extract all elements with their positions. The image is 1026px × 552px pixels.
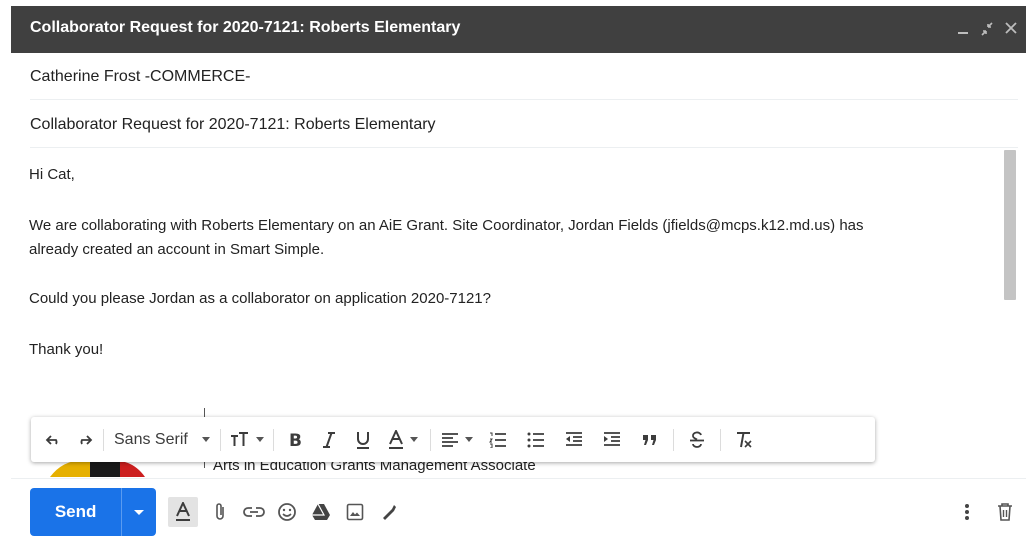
to-field[interactable]: Catherine Frost -COMMERCE-	[30, 53, 1018, 100]
body-closing: Thank you!	[29, 341, 104, 358]
indent-more-icon[interactable]	[593, 425, 631, 455]
toolbar-separator	[429, 428, 431, 451]
subject-text: Collaborator Request for 2020-7121: Robe…	[30, 116, 436, 133]
quote-icon[interactable]	[631, 425, 669, 455]
chevron-down-icon	[134, 509, 145, 515]
italic-icon[interactable]	[312, 425, 346, 455]
recipient-chip[interactable]: Catherine Frost -COMMERCE-	[30, 68, 250, 85]
exit-fullscreen-icon[interactable]	[978, 18, 996, 38]
chevron-down-icon	[464, 437, 473, 442]
emoji-icon[interactable]	[272, 497, 302, 527]
body-paragraph-2: Could you please Jordan as a collaborato…	[29, 290, 491, 307]
chevron-down-icon	[201, 437, 210, 442]
bulleted-list-icon[interactable]	[517, 425, 555, 455]
send-button[interactable]: Send	[30, 488, 121, 536]
body-scrollbar[interactable]	[1004, 150, 1016, 300]
formatting-options-icon[interactable]	[168, 497, 198, 527]
remove-formatting-icon[interactable]	[725, 425, 763, 455]
minimize-icon[interactable]	[954, 18, 972, 38]
align-icon[interactable]	[435, 425, 479, 455]
text-color-icon[interactable]	[380, 425, 426, 455]
send-button-group: Send	[30, 488, 156, 536]
compose-titlebar: Collaborator Request for 2020-7121: Robe…	[11, 6, 1026, 53]
toolbar-separator	[672, 428, 674, 451]
body-paragraph-1-line-2: already created an account in Smart Simp…	[29, 241, 325, 258]
drive-icon[interactable]	[306, 497, 336, 527]
subject-field[interactable]: Collaborator Request for 2020-7121: Robe…	[30, 101, 1018, 148]
body-greeting: Hi Cat,	[29, 166, 75, 183]
toolbar-separator	[719, 428, 721, 451]
formatting-toolbar: Sans Serif B	[31, 417, 875, 462]
toolbar-separator	[103, 428, 104, 451]
numbered-list-icon[interactable]	[479, 425, 517, 455]
insert-link-icon[interactable]	[239, 497, 269, 527]
attach-icon[interactable]	[205, 497, 235, 527]
window-controls	[954, 18, 1020, 38]
close-icon[interactable]	[1002, 18, 1020, 38]
underline-icon[interactable]	[346, 425, 380, 455]
font-family-label: Sans Serif	[114, 430, 188, 448]
chevron-down-icon	[409, 437, 418, 442]
font-family-select[interactable]: Sans Serif	[108, 425, 216, 455]
insert-photo-icon[interactable]	[340, 497, 370, 527]
font-size-icon[interactable]	[225, 425, 269, 455]
window-title: Collaborator Request for 2020-7121: Robe…	[30, 19, 461, 36]
discard-draft-icon[interactable]	[990, 497, 1020, 527]
bold-icon[interactable]: B	[278, 425, 312, 455]
redo-icon[interactable]	[69, 425, 99, 455]
body-paragraph-1-line-1: We are collaborating with Roberts Elemen…	[29, 217, 864, 234]
toolbar-separator	[219, 428, 221, 451]
chevron-down-icon	[255, 437, 264, 442]
indent-less-icon[interactable]	[555, 425, 593, 455]
svg-text:B: B	[289, 431, 302, 449]
strikethrough-icon[interactable]	[678, 425, 716, 455]
undo-icon[interactable]	[39, 425, 69, 455]
more-options-icon[interactable]	[952, 497, 982, 527]
toolbar-separator	[272, 428, 274, 451]
compose-bottom-bar	[11, 478, 1026, 552]
signature-icon[interactable]	[374, 497, 404, 527]
schedule-send-dropdown[interactable]	[121, 488, 156, 536]
